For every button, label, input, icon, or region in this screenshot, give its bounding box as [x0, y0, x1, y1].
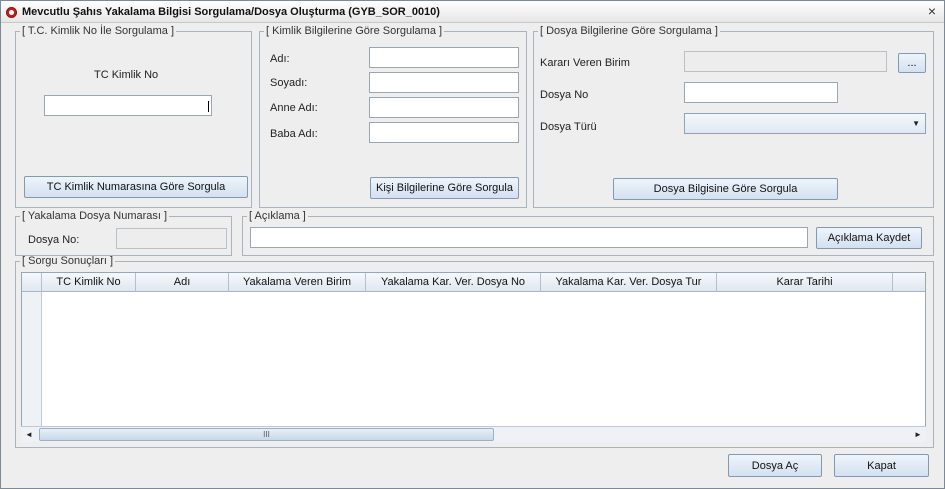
dosya-turu-label: Dosya Türü: [540, 121, 597, 133]
yakalama-dosya-no-label: Dosya No:: [28, 234, 80, 246]
aciklama-input[interactable]: [250, 227, 808, 248]
results-table-header: TC Kimlik No Adı Yakalama Veren Birim Ya…: [22, 273, 925, 292]
baba-adi-input[interactable]: [369, 122, 519, 143]
column-header-tc-kimlik-no[interactable]: TC Kimlik No: [42, 273, 136, 292]
sorgu-sonuclari-group-legend: [ Sorgu Sonuçları ]: [22, 255, 114, 267]
dosya-bilgileri-group-legend: [ Dosya Bilgilerine Göre Sorgulama ]: [540, 25, 718, 37]
aciklama-kaydet-button[interactable]: Açıklama Kaydet: [816, 227, 922, 249]
kapat-button[interactable]: Kapat: [834, 454, 929, 477]
birim-browse-button[interactable]: ...: [898, 53, 926, 73]
column-header-karar-tarihi[interactable]: Karar Tarihi: [717, 273, 893, 292]
karar-veren-birim-label: Kararı Veren Birim: [540, 57, 630, 69]
chevron-down-icon: ▼: [912, 119, 920, 128]
scroll-thumb-grip: III: [263, 430, 270, 439]
row-header-column: [22, 292, 42, 441]
aciklama-group-legend: [ Açıklama ]: [249, 210, 306, 222]
tc-kimlik-search-button[interactable]: TC Kimlik Numarasına Göre Sorgula: [24, 176, 248, 198]
column-header-yakalama-veren-birim[interactable]: Yakalama Veren Birim: [229, 273, 366, 292]
ad-input[interactable]: [369, 47, 519, 68]
scroll-right-icon[interactable]: ►: [910, 427, 926, 442]
baba-adi-label: Baba Adı:: [270, 128, 318, 140]
scroll-left-icon[interactable]: ◄: [21, 427, 37, 442]
soyad-label: Soyadı:: [270, 77, 308, 89]
ad-label: Adı:: [270, 53, 290, 65]
row-selector-header[interactable]: [22, 273, 42, 292]
kimlik-bilgileri-group-legend: [ Kimlik Bilgilerine Göre Sorgulama ]: [266, 25, 443, 37]
title-bar: Mevcutlu Şahıs Yakalama Bilgisi Sorgulam…: [1, 1, 944, 23]
column-header-dosya-no[interactable]: Yakalama Kar. Ver. Dosya No: [366, 273, 541, 292]
anne-adi-label: Anne Adı:: [270, 102, 318, 114]
dosya-ac-button[interactable]: Dosya Aç: [728, 454, 822, 477]
tc-kimlik-group-legend: [ T.C. Kimlik No İle Sorgulama ]: [22, 25, 175, 37]
yakalama-dosya-group-legend: [ Yakalama Dosya Numarası ]: [22, 210, 168, 222]
kisi-bilgileri-search-button[interactable]: Kişi Bilgilerine Göre Sorgula: [370, 177, 519, 199]
results-horizontal-scrollbar[interactable]: ◄ III ►: [21, 426, 926, 442]
scroll-thumb[interactable]: III: [39, 428, 494, 441]
results-table[interactable]: TC Kimlik No Adı Yakalama Veren Birim Ya…: [21, 272, 926, 442]
close-window-button[interactable]: ×: [925, 4, 939, 19]
anne-adi-input[interactable]: [369, 97, 519, 118]
dosya-no-input[interactable]: [684, 82, 838, 103]
soyad-input[interactable]: [369, 72, 519, 93]
main-window: Mevcutlu Şahıs Yakalama Bilgisi Sorgulam…: [0, 0, 945, 489]
window-title: Mevcutlu Şahıs Yakalama Bilgisi Sorgulam…: [22, 6, 440, 18]
app-logo-icon: [6, 7, 17, 18]
text-caret: [208, 101, 209, 112]
tc-kimlik-input[interactable]: [44, 95, 212, 116]
dosya-bilgisi-search-button[interactable]: Dosya Bilgisine Göre Sorgula: [613, 178, 838, 200]
tc-kimlik-label: TC Kimlik No: [94, 69, 159, 81]
dosya-turu-select[interactable]: ▼: [684, 113, 926, 134]
column-header-dosya-tur[interactable]: Yakalama Kar. Ver. Dosya Tur: [541, 273, 717, 292]
column-header-overflow: [893, 273, 925, 292]
karar-veren-birim-field: [684, 51, 887, 72]
column-header-adi[interactable]: Adı: [136, 273, 229, 292]
yakalama-dosya-no-field: [116, 228, 227, 249]
dosya-no-label: Dosya No: [540, 89, 589, 101]
